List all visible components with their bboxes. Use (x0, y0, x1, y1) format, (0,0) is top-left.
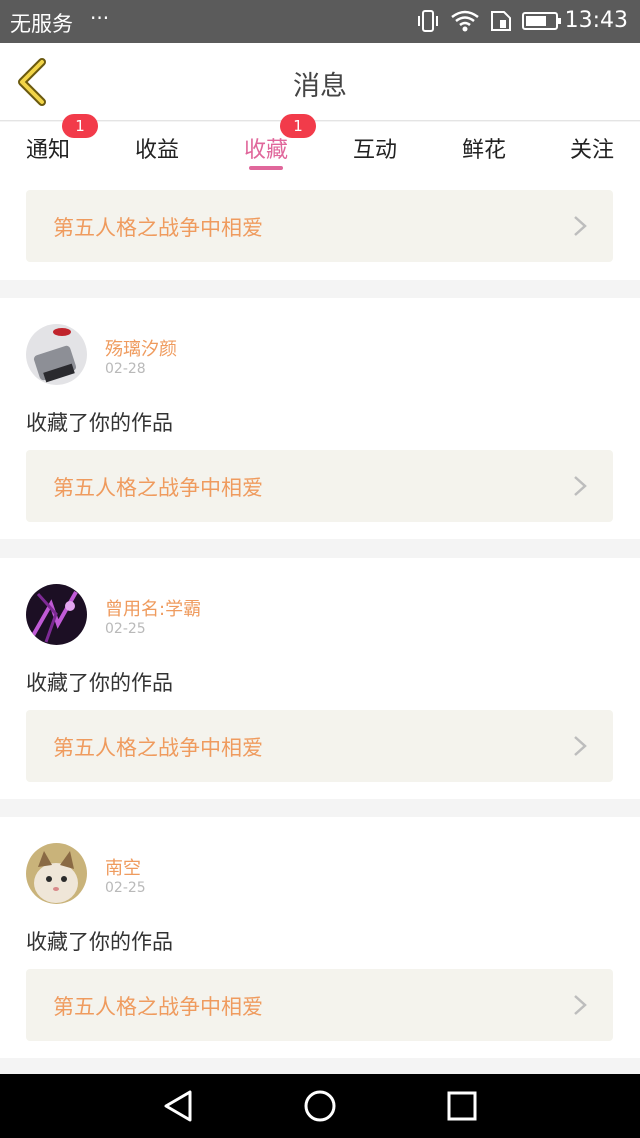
avatar[interactable] (26, 324, 87, 385)
work-title: 第五人格之战争中相爱 (53, 995, 263, 1019)
tab-earnings[interactable]: 收益 (135, 132, 179, 164)
vibrate-icon (418, 10, 438, 32)
chevron-right-icon (574, 736, 587, 756)
tab-notifications[interactable]: 通知 (26, 132, 70, 164)
clock: 13:43 (564, 8, 628, 33)
work-link[interactable]: 第五人格之战争中相爱 (26, 710, 613, 782)
system-navigation-bar (0, 1074, 640, 1138)
work-link[interactable]: 第五人格之战争中相爱 (26, 190, 613, 262)
notification-badge: 1 (62, 114, 98, 138)
chevron-right-icon (574, 995, 587, 1015)
favorites-badge: 1 (280, 114, 316, 138)
date: 02-25 (105, 880, 146, 896)
battery-icon (522, 12, 561, 30)
work-title: 第五人格之战争中相爱 (53, 216, 263, 240)
status-bar: 无服务 ··· 13:43 (0, 0, 640, 43)
tab-flowers[interactable]: 鲜花 (462, 132, 506, 164)
page-title: 消息 (293, 71, 347, 102)
message-card: 南空 02-25 收藏了你的作品 第五人格之战争中相爱 (0, 817, 640, 1058)
home-circle-icon[interactable] (302, 1088, 338, 1124)
avatar-image (26, 324, 87, 385)
work-link[interactable]: 第五人格之战争中相爱 (26, 450, 613, 522)
avatar-image (26, 584, 87, 645)
action-text: 收藏了你的作品 (26, 411, 173, 435)
recents-square-icon[interactable] (444, 1088, 480, 1124)
date: 02-28 (105, 361, 146, 377)
avatar-image (26, 843, 87, 904)
username[interactable]: 南空 (105, 854, 141, 880)
action-text: 收藏了你的作品 (26, 930, 173, 954)
work-title: 第五人格之战争中相爱 (53, 476, 263, 500)
back-triangle-icon[interactable] (160, 1088, 196, 1124)
action-text: 收藏了你的作品 (26, 671, 173, 695)
username[interactable]: 殇璃汐颜 (105, 335, 177, 361)
avatar[interactable] (26, 843, 87, 904)
message-card: 殇璃汐颜 02-28 收藏了你的作品 第五人格之战争中相爱 (0, 298, 640, 539)
active-tab-indicator (249, 166, 283, 170)
tab-favorites[interactable]: 收藏 (244, 132, 288, 164)
date: 02-25 (105, 621, 146, 637)
carrier-label: 无服务 (10, 12, 73, 36)
work-link[interactable]: 第五人格之战争中相爱 (26, 969, 613, 1041)
work-title: 第五人格之战争中相爱 (53, 736, 263, 760)
sim-icon (491, 11, 511, 31)
message-card: 第五人格之战争中相爱 (0, 182, 640, 280)
tab-interactions[interactable]: 互动 (353, 132, 397, 164)
message-card: 曾用名:学霸 02-25 收藏了你的作品 第五人格之战争中相爱 (0, 558, 640, 799)
tab-follows[interactable]: 关注 (570, 132, 614, 164)
avatar[interactable] (26, 584, 87, 645)
username[interactable]: 曾用名:学霸 (105, 595, 201, 621)
navigation-bar: 消息 (0, 43, 640, 121)
wifi-icon (451, 10, 479, 32)
chevron-right-icon (574, 216, 587, 236)
more-dots: ··· (90, 6, 110, 30)
chevron-right-icon (574, 476, 587, 496)
